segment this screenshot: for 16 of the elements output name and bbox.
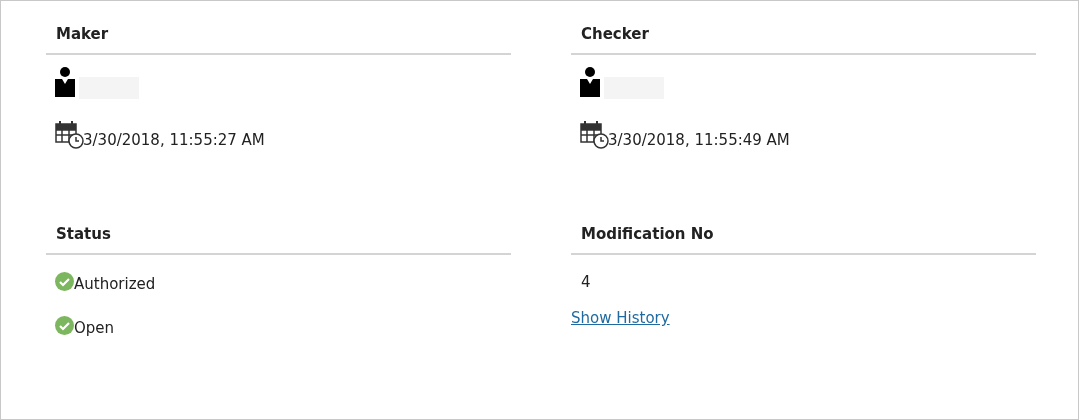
section-heading: Checker [571,25,1036,55]
calendar-clock-icon [55,121,85,149]
modification-number: 4 [581,273,591,291]
timestamp-text: 3/30/2018, 11:55:27 AM [83,131,265,149]
status-text: Open [74,319,115,337]
calendar-clock-icon [580,121,610,149]
check-icon [55,271,74,291]
section-heading: Modification No [571,225,1036,255]
person-icon [580,67,600,97]
section-heading: Status [46,225,511,255]
person-icon [55,67,75,97]
status-text: Authorized [74,275,156,293]
check-icon [55,315,74,335]
section-heading: Maker [46,25,511,55]
timestamp-text: 3/30/2018, 11:55:49 AM [608,131,790,149]
show-history-link[interactable]: Show History [571,309,670,327]
